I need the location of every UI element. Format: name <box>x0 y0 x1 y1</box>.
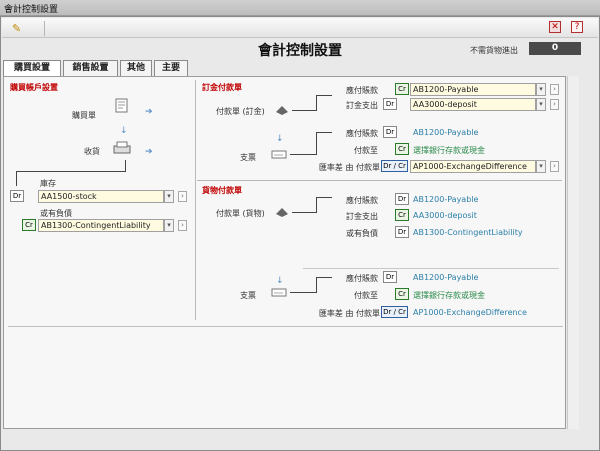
credit-tag: Cr <box>395 209 409 221</box>
chevron-right-icon[interactable]: › <box>550 161 559 172</box>
chevron-down-icon[interactable]: ▾ <box>164 190 174 203</box>
vertical-scrollbar[interactable] <box>567 76 579 429</box>
row-label: 應付賬款 <box>346 129 378 138</box>
goods-payment-label: 付款單 (貨物) <box>216 209 265 218</box>
chevron-down-icon[interactable]: ▾ <box>164 219 174 232</box>
credit-tag: Cr <box>395 83 409 95</box>
purchase-order-label: 購買單 <box>72 111 96 120</box>
arrow-right-icon: ➔ <box>145 147 153 157</box>
deposit-account-field[interactable]: AA3000-deposit <box>410 98 536 111</box>
deposit-account-link[interactable]: AA3000-deposit <box>413 211 477 220</box>
payable-account-link[interactable]: AB1200-Payable <box>413 128 478 137</box>
tab-other[interactable]: 其他 <box>120 60 152 76</box>
chevron-down-icon[interactable]: ▾ <box>536 160 546 173</box>
no-ship-label: 不需貨物進出 <box>470 46 518 55</box>
tab-purchase-settings[interactable]: 購買設置 <box>3 60 61 77</box>
inventory-label: 庫存 <box>40 179 56 188</box>
column-divider <box>195 80 196 320</box>
row-label: 付款至 <box>354 146 378 155</box>
payable-account-link[interactable]: AB1200-Payable <box>413 273 478 282</box>
payment-icon <box>276 106 288 115</box>
liability-label: 或有負債 <box>40 209 72 218</box>
section-divider <box>197 180 562 181</box>
liability-account-link[interactable]: AB1300-ContingentLiability <box>413 228 523 237</box>
row-label: 應付賬款 <box>346 86 378 95</box>
receive-goods-label: 收貨 <box>84 147 100 156</box>
row-label: 應付賬款 <box>346 196 378 205</box>
arrow-right-icon: ➔ <box>145 107 153 117</box>
bottom-divider <box>8 326 563 327</box>
pencil-icon[interactable]: ✎ <box>12 23 26 35</box>
chevron-down-icon[interactable]: ▾ <box>536 83 546 96</box>
cheque-label: 支票 <box>240 291 256 300</box>
cheque-icon <box>271 150 287 159</box>
tab-sales-settings[interactable]: 銷售設置 <box>63 60 118 76</box>
cheque-icon <box>271 288 287 297</box>
row-label: 匯率差 由 付款單 <box>318 309 380 318</box>
credit-tag: Cr <box>395 288 409 300</box>
bank-select-link[interactable]: 選擇銀行存款或現金 <box>413 290 485 301</box>
debit-credit-tag: Dr / Cr <box>381 306 408 318</box>
close-icon[interactable]: ✕ <box>549 21 561 33</box>
settings-panel <box>3 76 566 429</box>
exchange-difference-field[interactable]: AP1000-ExchangeDifference <box>410 160 536 173</box>
exchange-difference-link[interactable]: AP1000-ExchangeDifference <box>413 308 527 317</box>
row-label: 訂金支出 <box>346 212 378 221</box>
row-label: 付款至 <box>354 291 378 300</box>
chevron-right-icon[interactable]: › <box>550 84 559 95</box>
purchase-order-icon <box>115 98 128 113</box>
debit-tag: Dr <box>383 126 397 138</box>
chevron-right-icon[interactable]: › <box>550 99 559 110</box>
toolbar-separator <box>44 21 45 36</box>
chevron-right-icon[interactable]: › <box>178 220 187 231</box>
window-title: 會計控制設置 <box>4 5 59 15</box>
row-label: 應付賬款 <box>346 274 378 283</box>
deposit-payment-title: 訂金付款單 <box>202 83 242 92</box>
title-bar: 會計控制設置 <box>0 0 600 16</box>
credit-tag: Cr <box>395 143 409 155</box>
no-ship-value[interactable]: 0 <box>529 42 581 55</box>
inventory-account-field[interactable]: AA1500-stock <box>38 190 164 203</box>
chevron-right-icon[interactable]: › <box>178 191 187 202</box>
deposit-payment-label: 付款單 (訂金) <box>216 107 265 116</box>
connector-line <box>16 171 126 172</box>
connector-line <box>16 171 17 186</box>
debit-credit-tag: Dr / Cr <box>381 160 408 172</box>
receive-goods-icon <box>113 141 131 154</box>
tab-main[interactable]: 主要 <box>154 60 188 76</box>
goods-payment-title: 貨物付款單 <box>202 186 242 195</box>
purchase-accounts-title: 購買帳戶設置 <box>10 83 58 92</box>
toolbar <box>2 18 598 38</box>
help-icon[interactable]: ? <box>571 21 583 33</box>
debit-tag: Dr <box>395 226 409 238</box>
arrow-down-icon: ↓ <box>276 134 284 144</box>
cheque-label: 支票 <box>240 153 256 162</box>
liability-account-field[interactable]: AB1300-ContingentLiability <box>38 219 164 232</box>
row-label: 匯率差 由 付款單 <box>318 163 380 172</box>
row-label: 訂金支出 <box>346 101 378 110</box>
credit-tag: Cr <box>22 219 36 231</box>
payment-icon <box>276 208 288 217</box>
section-divider <box>303 268 559 269</box>
bank-select-link[interactable]: 選擇銀行存款或現金 <box>413 145 485 156</box>
payable-account-field[interactable]: AB1200-Payable <box>410 83 536 96</box>
debit-tag: Dr <box>383 98 397 110</box>
page-title: 會計控制設置 <box>258 43 342 59</box>
row-label: 或有負債 <box>346 229 378 238</box>
debit-tag: Dr <box>10 190 24 202</box>
debit-tag: Dr <box>383 271 397 283</box>
payable-account-link[interactable]: AB1200-Payable <box>413 195 478 204</box>
arrow-down-icon: ↓ <box>276 276 284 286</box>
debit-tag: Dr <box>395 193 409 205</box>
chevron-down-icon[interactable]: ▾ <box>536 98 546 111</box>
arrow-down-icon: ↓ <box>120 126 128 136</box>
